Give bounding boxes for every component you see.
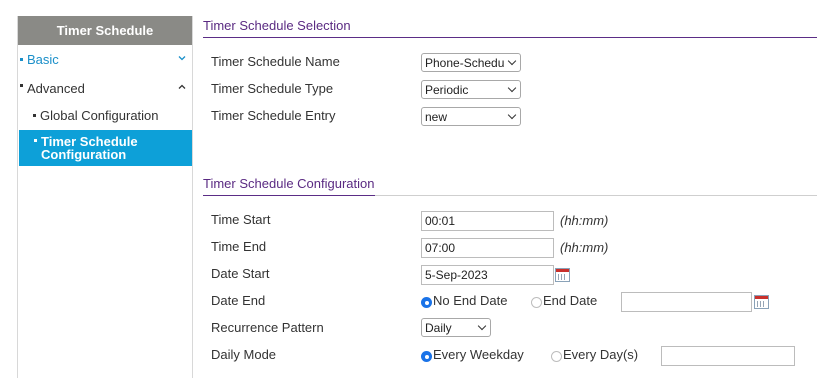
bullet-icon (20, 57, 23, 61)
date-start-label: Date Start (211, 266, 270, 281)
timer-schedule-type-select[interactable]: Periodic (421, 80, 521, 99)
calendar-icon[interactable] (555, 268, 570, 282)
time-end-input[interactable]: 07:00 (421, 238, 554, 258)
recurrence-pattern-label: Recurrence Pattern (211, 320, 324, 335)
sidebar-item-label: Advanced (27, 80, 85, 96)
every-weekday-label: Every Weekday (433, 347, 524, 362)
chevron-down-icon (178, 56, 186, 61)
time-start-unit: (hh:mm) (560, 213, 609, 228)
sidebar-item-advanced[interactable]: Advanced (18, 79, 192, 97)
bullet-icon (34, 139, 37, 142)
chevron-up-icon (178, 84, 186, 89)
timer-schedule-name-label: Timer Schedule Name (211, 54, 340, 69)
time-start-label: Time Start (211, 212, 271, 227)
time-end-label: Time End (211, 239, 267, 254)
sidebar-item-label: Configuration (41, 147, 127, 162)
recurrence-pattern-select[interactable]: Daily (421, 318, 491, 337)
sidebar-item-label: Basic (27, 51, 59, 67)
section-title-selection: Timer Schedule Selection (203, 18, 351, 33)
every-weekday-radio[interactable] (421, 351, 432, 362)
section-divider (375, 195, 817, 196)
sidebar-title: Timer Schedule (18, 16, 192, 45)
daily-mode-label: Daily Mode (211, 347, 277, 362)
chevron-down-icon (507, 56, 517, 65)
select-value: Daily (425, 320, 452, 335)
end-date-radio[interactable] (531, 297, 542, 308)
date-start-input[interactable]: 5-Sep-2023 (421, 265, 554, 285)
no-end-date-radio[interactable] (421, 297, 432, 308)
sidebar-item-timer-schedule-configuration[interactable]: Timer Schedule Configuration (19, 130, 192, 166)
timer-schedule-entry-label: Timer Schedule Entry (211, 108, 336, 123)
every-days-radio[interactable] (551, 351, 562, 362)
section-divider (203, 37, 817, 38)
time-start-input[interactable]: 00:01 (421, 211, 554, 231)
time-end-unit: (hh:mm) (560, 240, 609, 255)
select-value: Periodic (425, 82, 469, 97)
every-days-label: Every Day(s) (563, 347, 639, 362)
select-value: Phone-Schedule (425, 55, 504, 70)
timer-schedule-entry-select[interactable]: new (421, 107, 521, 126)
section-title-configuration: Timer Schedule Configuration (203, 176, 375, 191)
sidebar-item-basic[interactable]: Basic (18, 50, 192, 68)
sidebar-item-global-configuration[interactable]: Global Configuration (18, 106, 192, 124)
bullet-icon (33, 113, 36, 117)
calendar-icon[interactable] (754, 295, 769, 309)
chevron-down-icon (477, 321, 487, 330)
timer-schedule-name-select[interactable]: Phone-Schedule (421, 53, 521, 72)
no-end-date-label: No End Date (433, 293, 508, 308)
select-value: new (425, 109, 448, 124)
every-days-input[interactable] (661, 346, 795, 366)
bullet-icon (20, 83, 23, 87)
end-date-input[interactable] (621, 292, 752, 312)
chevron-down-icon (507, 110, 517, 119)
timer-schedule-type-label: Timer Schedule Type (211, 81, 334, 96)
section-divider (203, 195, 375, 196)
date-end-label: Date End (211, 293, 266, 308)
sidebar-item-label: Global Configuration (40, 107, 159, 123)
sidebar: Timer Schedule Basic Advanced Global Con… (17, 16, 193, 378)
chevron-down-icon (507, 83, 517, 92)
end-date-label: End Date (543, 293, 598, 308)
